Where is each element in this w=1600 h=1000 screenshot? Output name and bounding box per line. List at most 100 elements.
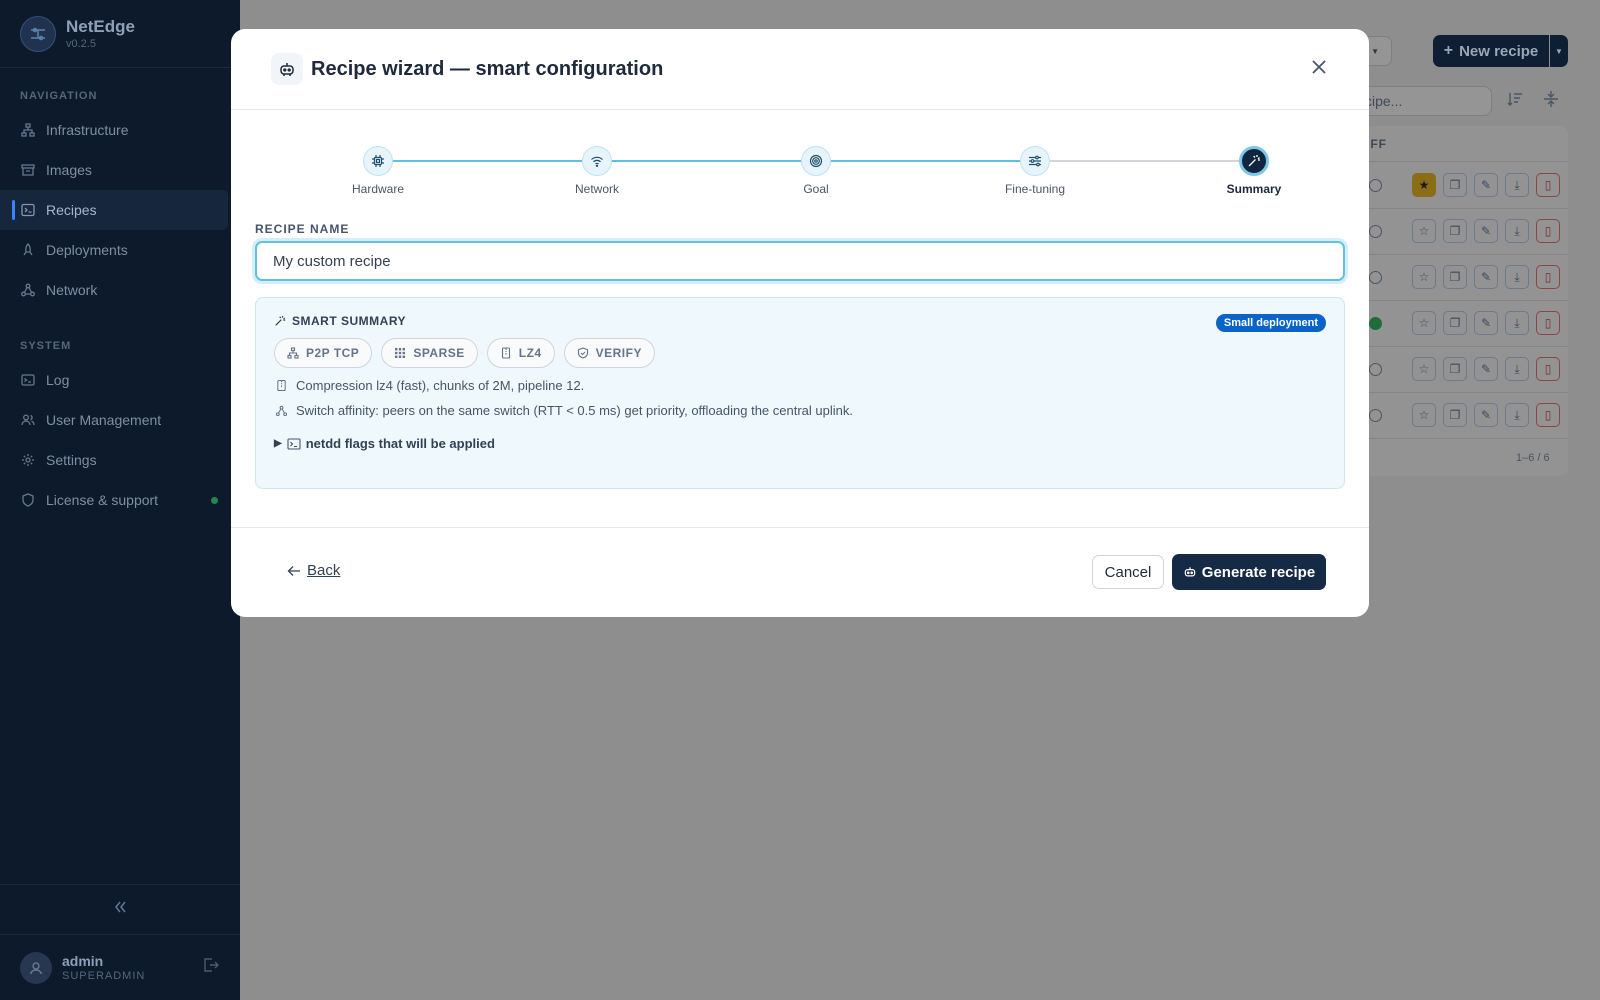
sidebar-item-user-management[interactable]: User Management (0, 400, 240, 440)
x-circle-icon (1369, 225, 1382, 238)
app-logo-icon (20, 15, 56, 52)
download-icon[interactable]: ⤓ (1505, 357, 1529, 381)
edit-icon[interactable]: ✎ (1474, 403, 1498, 427)
search-placeholder: cipe... (1365, 93, 1403, 109)
star-icon[interactable]: ☆ (1412, 219, 1436, 243)
sidebar-item-deployments[interactable]: Deployments (0, 230, 240, 270)
x-circle-icon (1369, 363, 1382, 376)
sidebar-item-network[interactable]: Network (0, 270, 240, 310)
trash-icon[interactable]: ▯ (1536, 173, 1560, 197)
download-icon[interactable]: ⤓ (1505, 219, 1529, 243)
trash-icon[interactable]: ▯ (1536, 219, 1560, 243)
step-summary[interactable]: Summary (1194, 146, 1314, 196)
generate-recipe-button[interactable]: Generate recipe (1172, 554, 1326, 590)
download-icon[interactable]: ⤓ (1505, 311, 1529, 335)
step-hardware[interactable]: Hardware (318, 146, 438, 196)
sidebar-item-label: Infrastructure (46, 122, 129, 138)
trash-icon[interactable]: ▯ (1536, 357, 1560, 381)
modal-title: Recipe wizard — smart configuration (311, 57, 664, 80)
summary-line-text: Compression lz4 (fast), chunks of 2M, pi… (296, 378, 585, 393)
edit-icon[interactable]: ✎ (1474, 219, 1498, 243)
edit-icon[interactable]: ✎ (1474, 357, 1498, 381)
step-goal[interactable]: Goal (756, 146, 876, 196)
netdd-flags-toggle[interactable]: ▶ netdd flags that will be applied (274, 436, 1326, 451)
modal-header: Recipe wizard — smart configuration (231, 29, 1369, 110)
chip-label: VERIFY (595, 346, 642, 360)
plus-icon: + (1443, 42, 1454, 59)
sidebar-item-label: Deployments (46, 242, 128, 258)
x-circle-icon (1369, 271, 1382, 284)
chip-lz4: LZ4 (486, 338, 555, 368)
summary-line-compression: Compression lz4 (fast), chunks of 2M, pi… (274, 378, 1326, 393)
new-recipe-button[interactable]: + New recipe (1433, 35, 1549, 67)
edit-icon[interactable]: ✎ (1474, 311, 1498, 335)
step-fine-tuning[interactable]: Fine-tuning (975, 146, 1095, 196)
status-badge: Small deployment (1215, 314, 1326, 332)
edit-icon[interactable]: ✎ (1474, 265, 1498, 289)
close-button[interactable] (1305, 55, 1333, 83)
copy-icon[interactable]: ❐ (1443, 311, 1467, 335)
sidebar-item-settings[interactable]: Settings (0, 440, 240, 480)
arrow-left-icon (287, 565, 301, 577)
robot-icon (1183, 565, 1197, 579)
users-icon (20, 412, 36, 428)
copy-icon[interactable]: ❐ (1443, 357, 1467, 381)
logout-icon[interactable] (202, 956, 220, 979)
sidebar-item-infrastructure[interactable]: Infrastructure (0, 110, 240, 150)
magic-wand-icon (1239, 146, 1269, 176)
copy-icon[interactable]: ❐ (1443, 219, 1467, 243)
star-icon[interactable]: ★ (1412, 173, 1436, 197)
copy-icon[interactable]: ❐ (1443, 173, 1467, 197)
star-icon[interactable]: ☆ (1412, 265, 1436, 289)
trash-icon[interactable]: ▯ (1536, 311, 1560, 335)
recipe-name-input[interactable]: My custom recipe (255, 241, 1345, 281)
sort-icon[interactable] (1506, 90, 1524, 113)
trash-icon[interactable]: ▯ (1536, 403, 1560, 427)
download-icon[interactable]: ⤓ (1505, 173, 1529, 197)
generate-label: Generate recipe (1201, 563, 1316, 581)
new-recipe-menu-button[interactable]: ▼ (1550, 35, 1568, 67)
star-icon[interactable]: ☆ (1412, 357, 1436, 381)
shield-icon (20, 492, 36, 508)
star-icon[interactable]: ☆ (1412, 311, 1436, 335)
summary-heading: SMART SUMMARY (274, 314, 1326, 328)
smart-summary-panel: SMART SUMMARY Small deployment P2P TCP S… (255, 297, 1345, 489)
new-recipe-label: New recipe (1459, 42, 1539, 60)
trash-icon[interactable]: ▯ (1536, 265, 1560, 289)
magic-wand-icon (274, 315, 286, 327)
app-name: NetEdge (66, 17, 135, 36)
topology-icon (287, 347, 299, 359)
zip-icon (274, 379, 288, 392)
chip-label: P2P TCP (306, 346, 360, 360)
app-version: v0.2.5 (66, 38, 96, 50)
x-circle-icon (1369, 179, 1382, 192)
network-icon (20, 282, 36, 298)
back-button[interactable]: Back (287, 562, 340, 579)
sidebar-item-label: Images (46, 162, 92, 178)
sidebar-item-recipes[interactable]: Recipes (0, 190, 228, 230)
star-icon[interactable]: ☆ (1412, 403, 1436, 427)
copy-icon[interactable]: ❐ (1443, 265, 1467, 289)
pagination: 1–6 / 6 (1516, 452, 1550, 464)
sidebar-item-log[interactable]: Log (0, 360, 240, 400)
collapse-rows-icon[interactable] (1542, 90, 1560, 113)
sidebar-item-license-support[interactable]: License & support (0, 480, 240, 520)
back-label: Back (307, 562, 341, 579)
cancel-button[interactable]: Cancel (1092, 555, 1164, 589)
zip-icon (500, 347, 512, 359)
step-network[interactable]: Network (537, 146, 657, 196)
chip-label: SPARSE (413, 346, 465, 360)
copy-icon[interactable]: ❐ (1443, 403, 1467, 427)
download-icon[interactable]: ⤓ (1505, 265, 1529, 289)
sidebar-item-images[interactable]: Images (0, 150, 240, 190)
collapse-sidebar-button[interactable] (0, 884, 240, 934)
chip-sparse: SPARSE (381, 338, 478, 368)
edit-icon[interactable]: ✎ (1474, 173, 1498, 197)
summary-line-affinity: Switch affinity: peers on the same switc… (274, 403, 1326, 418)
download-icon[interactable]: ⤓ (1505, 403, 1529, 427)
step-label: Network (574, 182, 619, 196)
chip-label: LZ4 (518, 346, 542, 360)
nav-heading: NAVIGATION (20, 90, 98, 102)
user-panel: admin SUPERADMIN (0, 934, 240, 1000)
summary-heading-text: SMART SUMMARY (292, 314, 407, 328)
